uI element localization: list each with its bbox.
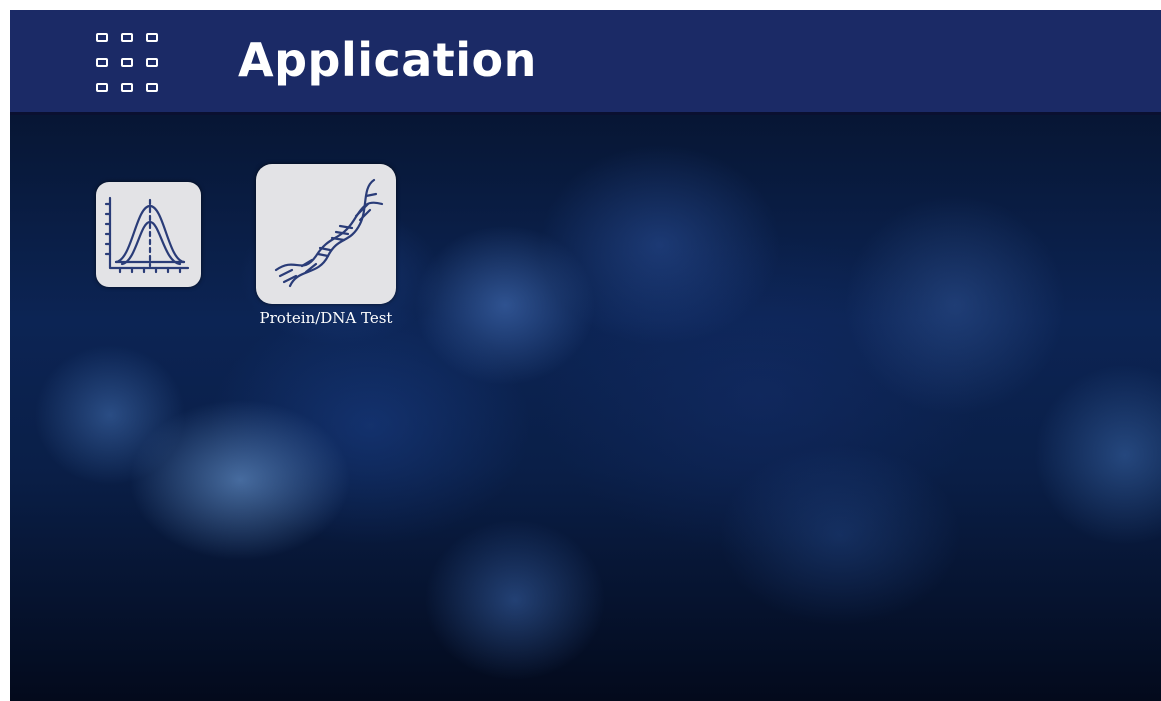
page-title: Application xyxy=(238,33,537,87)
dna-helix-icon xyxy=(274,178,384,288)
app-tile-protein-dna-test[interactable] xyxy=(256,164,396,304)
app-tile-curve-analysis[interactable] xyxy=(96,182,201,287)
gaussian-curve-icon xyxy=(104,196,190,274)
app-desktop: Protein/DNA Test xyxy=(10,115,1161,701)
app-label-protein-dna-test: Protein/DNA Test xyxy=(259,309,393,327)
grid-menu-icon[interactable] xyxy=(94,30,160,96)
app-header: Application xyxy=(10,10,1161,115)
device-screen: Application Protein/DNA Test xyxy=(10,10,1161,701)
